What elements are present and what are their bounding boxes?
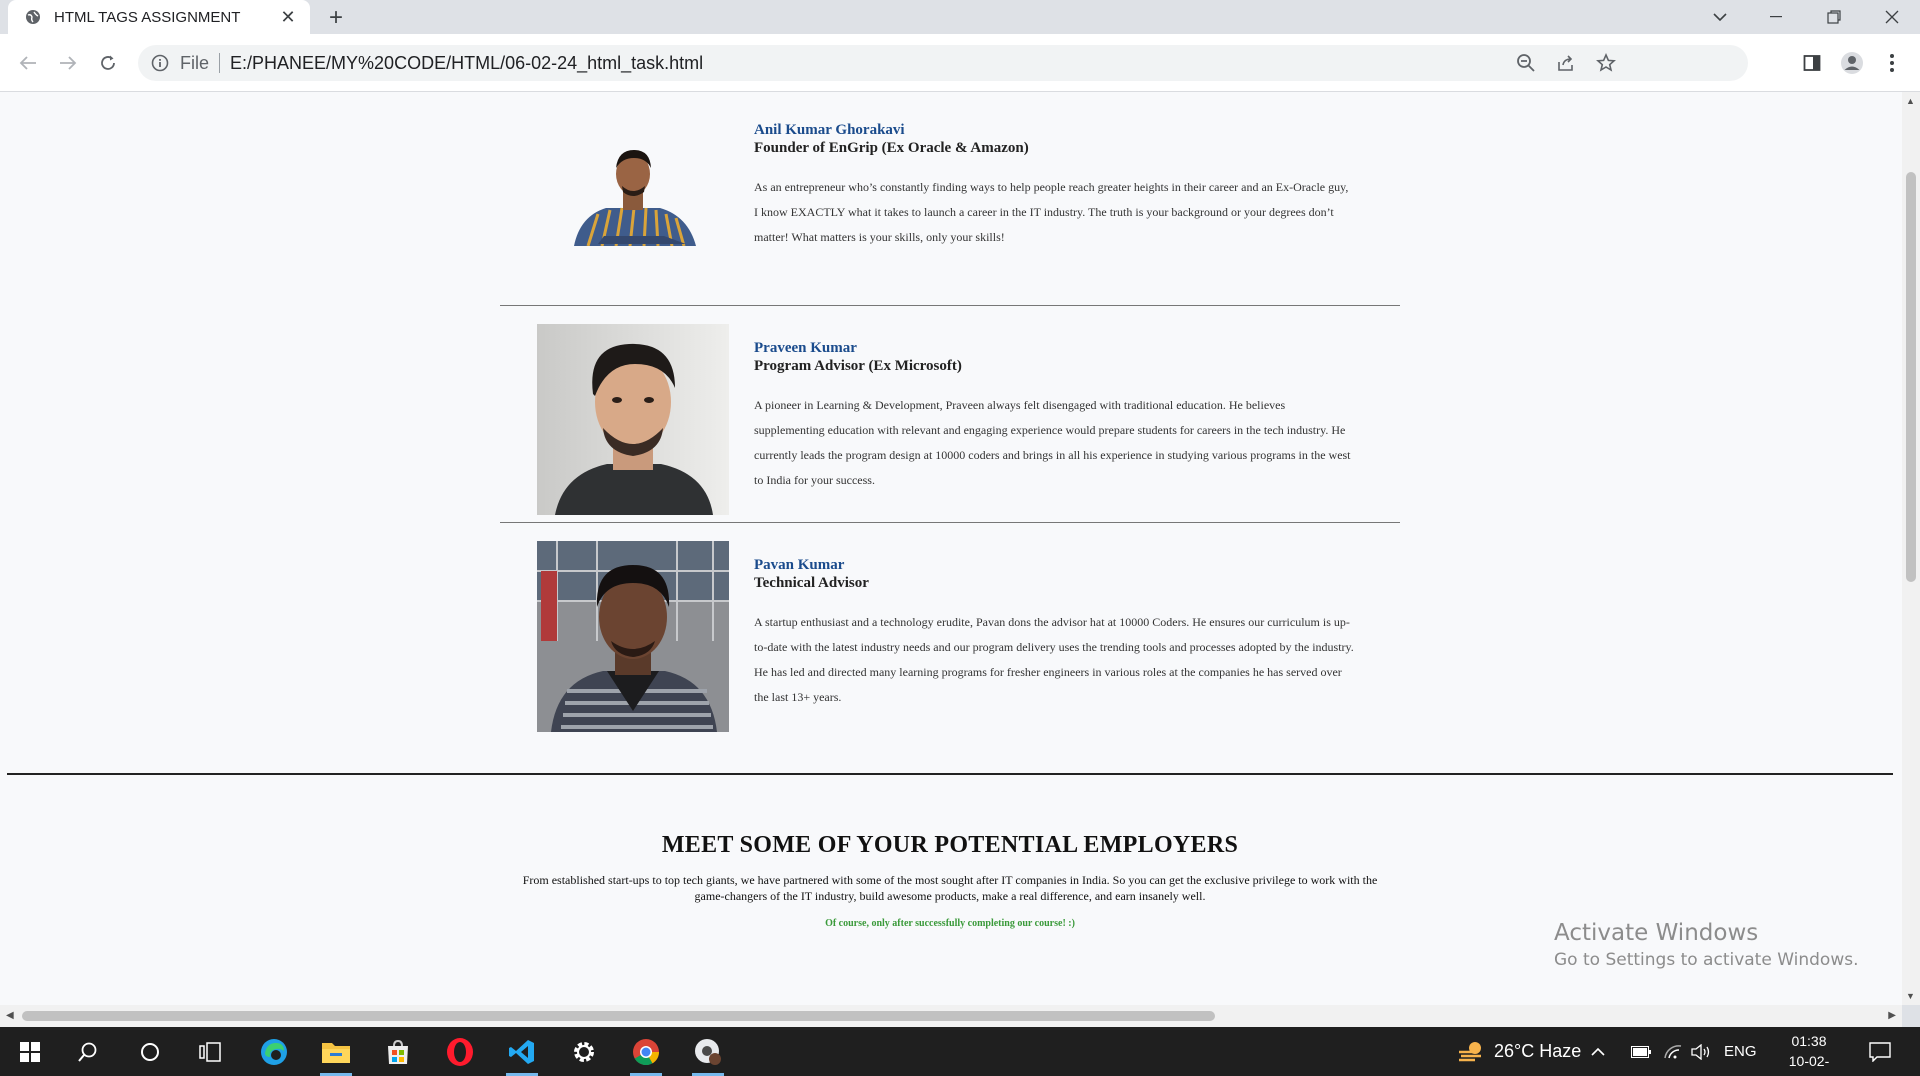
bookmark-star-icon[interactable]: [1594, 51, 1618, 75]
task-view-icon[interactable]: [184, 1027, 236, 1076]
employers-section: MEET SOME OF YOUR POTENTIAL EMPLOYERS Fr…: [500, 832, 1400, 929]
mentor-name[interactable]: Praveen Kumar: [754, 340, 1354, 357]
battery-icon[interactable]: [1628, 1027, 1654, 1076]
horizontal-scroll-thumb[interactable]: [22, 1011, 1215, 1021]
browser-toolbar: File E:/PHANEE/MY%20CODE/HTML/06-02-24_h…: [0, 34, 1920, 92]
side-panel-icon[interactable]: [1796, 47, 1828, 79]
weather-icon[interactable]: [1446, 1027, 1498, 1076]
new-tab-button[interactable]: +: [322, 4, 350, 32]
url-scheme: File: [180, 52, 210, 73]
browser-tab[interactable]: HTML TAGS ASSIGNMENT ✕: [8, 0, 310, 34]
language-indicator[interactable]: ENG: [1724, 1043, 1757, 1060]
mentor-info: Praveen Kumar Program Advisor (Ex Micros…: [754, 340, 1354, 493]
url-text[interactable]: E:/PHANEE/MY%20CODE/HTML/06-02-24_html_t…: [230, 53, 703, 74]
weather-text[interactable]: 26°C Haze: [1494, 1041, 1581, 1062]
cortana-icon[interactable]: [124, 1027, 176, 1076]
scroll-down-icon[interactable]: ▼: [1906, 991, 1915, 1001]
windows-start-icon[interactable]: [4, 1027, 56, 1076]
horizontal-scrollbar[interactable]: ◀ ▶: [0, 1005, 1902, 1027]
chrome-profile-icon[interactable]: [682, 1027, 734, 1076]
tab-strip: HTML TAGS ASSIGNMENT ✕ +: [0, 0, 1920, 34]
zoom-icon[interactable]: [1514, 51, 1538, 75]
forward-arrow-icon[interactable]: [52, 47, 84, 79]
search-icon[interactable]: [62, 1027, 114, 1076]
opera-browser-icon[interactable]: [434, 1027, 486, 1076]
microsoft-store-icon[interactable]: [372, 1027, 424, 1076]
vertical-scrollbar[interactable]: ▲ ▼: [1902, 92, 1920, 1005]
scroll-right-icon[interactable]: ▶: [1888, 1010, 1896, 1021]
activate-windows-watermark: Activate Windows Go to Settings to activ…: [1554, 920, 1859, 970]
section-divider: [500, 522, 1400, 523]
chrome-browser-icon[interactable]: [620, 1027, 672, 1076]
volume-icon[interactable]: [1688, 1027, 1714, 1076]
menu-kebab-icon[interactable]: [1876, 47, 1908, 79]
vscode-icon[interactable]: [496, 1027, 548, 1076]
chevron-up-icon[interactable]: [1584, 1027, 1612, 1076]
share-icon[interactable]: [1554, 51, 1578, 75]
section-divider: [500, 305, 1400, 306]
back-arrow-icon[interactable]: [12, 47, 44, 79]
restore-button[interactable]: [1806, 0, 1862, 34]
file-explorer-icon[interactable]: [310, 1027, 362, 1076]
mentor-info: Pavan Kumar Technical Advisor A startup …: [754, 557, 1354, 710]
mentor-role: Technical Advisor: [754, 575, 869, 591]
tab-search-chevron-icon[interactable]: [1692, 0, 1748, 34]
page-viewport: Anil Kumar Ghorakavi Founder of EnGrip (…: [0, 92, 1902, 1005]
minimize-button[interactable]: [1748, 0, 1804, 34]
scroll-up-icon[interactable]: ▲: [1906, 96, 1915, 106]
clock-time: 01:38: [1791, 1033, 1827, 1049]
mentor-card: Pavan Kumar Technical Advisor A startup …: [500, 541, 1400, 732]
vertical-scroll-thumb[interactable]: [1906, 172, 1916, 582]
clock-date: 10-02-2024: [1788, 1053, 1830, 1076]
mentor-photo-pavan: [537, 541, 729, 732]
employers-note: Of course, only after successfully compl…: [825, 918, 1075, 929]
mentor-bio: A pioneer in Learning & Development, Pra…: [754, 398, 1351, 487]
mentor-role: Founder of EnGrip (Ex Oracle & Amazon): [754, 140, 1029, 156]
watermark-line-1: Activate Windows: [1554, 920, 1759, 946]
url-separator: [219, 53, 221, 73]
mentor-card: Anil Kumar Ghorakavi Founder of EnGrip (…: [500, 92, 1400, 292]
mentor-bio: As an entrepreneur who’s constantly find…: [754, 180, 1349, 244]
mentor-name[interactable]: Pavan Kumar: [754, 557, 1354, 574]
info-icon[interactable]: [150, 53, 170, 73]
mentor-photo-praveen: [537, 324, 729, 515]
clock[interactable]: 01:38 10-02-2024: [1776, 1031, 1842, 1076]
settings-gear-icon[interactable]: [558, 1027, 610, 1076]
notifications-icon[interactable]: [1858, 1027, 1902, 1076]
section-divider: [7, 773, 1893, 775]
mentor-photo-anil: [568, 144, 698, 246]
globe-icon: [24, 8, 42, 26]
watermark-line-2: Go to Settings to activate Windows.: [1554, 950, 1859, 970]
mentor-card: Praveen Kumar Program Advisor (Ex Micros…: [500, 324, 1400, 515]
edge-browser-icon[interactable]: [248, 1027, 300, 1076]
employers-heading: MEET SOME OF YOUR POTENTIAL EMPLOYERS: [661, 832, 1239, 858]
close-tab-icon[interactable]: ✕: [278, 7, 298, 27]
mentor-role: Program Advisor (Ex Microsoft): [754, 358, 962, 374]
windows-taskbar: 26°C Haze ENG 01:38 10-02-2024: [0, 1027, 1920, 1076]
close-window-button[interactable]: [1864, 0, 1920, 34]
mentor-name[interactable]: Anil Kumar Ghorakavi: [754, 122, 1354, 139]
mentor-info: Anil Kumar Ghorakavi Founder of EnGrip (…: [754, 122, 1354, 250]
reload-icon[interactable]: [92, 47, 124, 79]
address-bar[interactable]: File E:/PHANEE/MY%20CODE/HTML/06-02-24_h…: [138, 45, 1748, 81]
scroll-left-icon[interactable]: ◀: [6, 1010, 14, 1021]
employers-description: From established start-ups to top tech g…: [522, 873, 1378, 903]
tab-title: HTML TAGS ASSIGNMENT: [54, 8, 241, 26]
mentor-bio: A startup enthusiast and a technology er…: [754, 615, 1354, 704]
profile-avatar-icon[interactable]: [1836, 47, 1868, 79]
wifi-icon[interactable]: [1660, 1027, 1686, 1076]
